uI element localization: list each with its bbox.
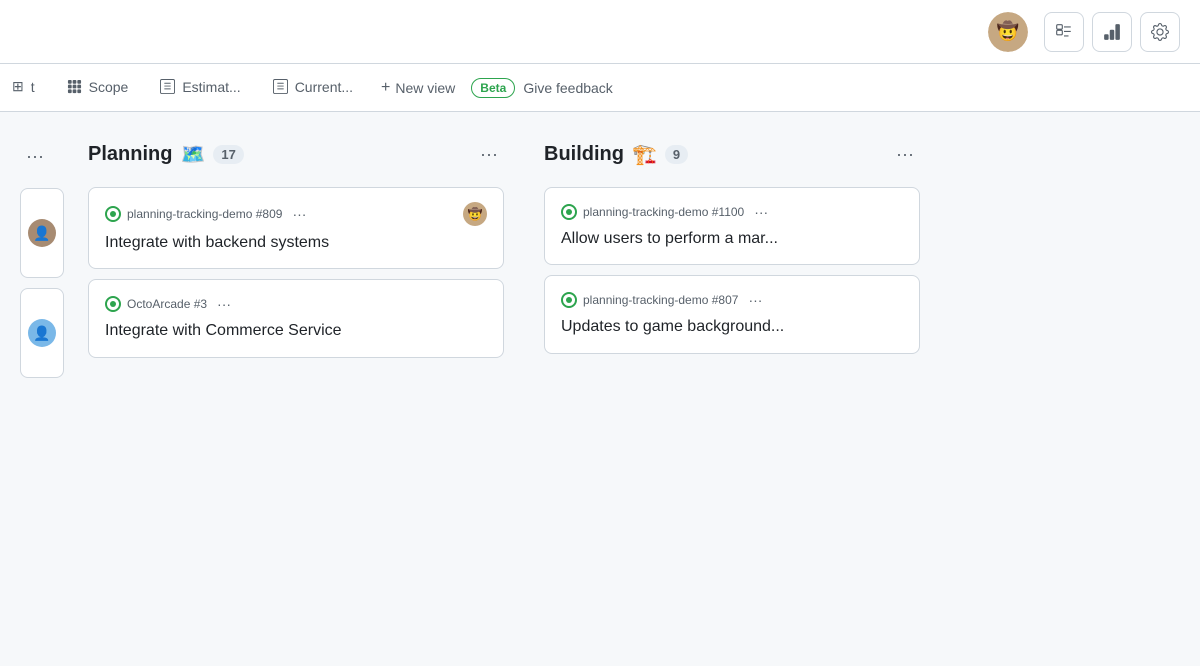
building-card-2-header: planning-tracking-demo #807 ··· [561,290,903,310]
chart-icon-button[interactable] [1092,12,1132,52]
tab-scope[interactable]: Scope [51,67,145,109]
status-dot-1 [110,211,116,217]
partial-avatar-1: 👤 [28,219,56,247]
building-card-1-header: planning-tracking-demo #1100 ··· [561,202,903,222]
planning-column-count: 17 [213,145,243,164]
left-column-menu-button[interactable]: ··· [20,140,50,173]
new-view-button[interactable]: + New view [369,71,467,105]
new-view-label: New view [395,80,455,96]
planning-column-menu-button[interactable]: ··· [474,140,504,169]
backlog-tab-icon: ⊞ [12,78,24,95]
partial-card-2[interactable]: 👤 [20,288,64,378]
planning-card-2-title: Integrate with Commerce Service [105,320,487,342]
building-card-1-meta: planning-tracking-demo #1100 ··· [561,202,772,222]
settings-icon [1151,23,1169,41]
board-area: ··· 👤 👤 Planning 🗺️ 17 ··· [0,112,1200,666]
planning-column: Planning 🗺️ 17 ··· planning-tracking-dem… [76,136,516,642]
settings-icon-button[interactable] [1140,12,1180,52]
building-card-2-repo: planning-tracking-demo #807 [583,293,738,307]
backlog-tab-label: t [31,79,35,95]
building-status-dot-1 [566,209,572,215]
scope-tab-icon [67,79,82,94]
building-column-header: Building 🏗️ 9 ··· [544,136,920,173]
planning-card-1-title: Integrate with backend systems [105,232,487,254]
status-dot-2 [110,301,116,307]
planning-card-1-avatar: 🤠 [463,202,487,226]
building-status-icon-2 [561,292,577,308]
give-feedback-button[interactable]: Give feedback [515,72,621,104]
scope-tab-label: Scope [89,79,129,95]
building-card-1-menu[interactable]: ··· [750,202,772,222]
column-gap [516,136,532,642]
top-bar: 🤠 [0,0,1200,64]
nav-bar: ⊞ t Scope Estimat... Current... + New vi… [0,64,1200,112]
estimates-tab-label: Estimat... [182,79,240,95]
building-status-dot-2 [566,297,572,303]
status-icon-2 [105,296,121,312]
tab-backlog[interactable]: ⊞ t [4,66,51,109]
building-title-group: Building 🏗️ 9 [544,142,688,167]
roadmap-icon-button[interactable] [1044,12,1084,52]
chart-icon [1103,23,1121,41]
building-card-2[interactable]: planning-tracking-demo #807 ··· Updates … [544,275,920,353]
planning-column-header: Planning 🗺️ 17 ··· [88,136,504,173]
planning-title-group: Planning 🗺️ 17 [88,142,244,167]
current-tab-label: Current... [295,79,353,95]
planning-card-1[interactable]: planning-tracking-demo #809 ··· 🤠 Integr… [88,187,504,269]
user-avatar[interactable]: 🤠 [988,12,1028,52]
planning-card-2[interactable]: OctoArcade #3 ··· Integrate with Commerc… [88,279,504,357]
building-card-2-title: Updates to game background... [561,316,903,338]
building-column-menu-button[interactable]: ··· [890,140,920,169]
current-tab-icon [273,79,288,94]
building-status-icon-1 [561,204,577,220]
planning-card-1-repo: planning-tracking-demo #809 [127,207,282,221]
avatar-image: 🤠 [988,12,1028,52]
building-card-2-meta: planning-tracking-demo #807 ··· [561,290,766,310]
status-icon-1 [105,206,121,222]
planning-card-2-repo: OctoArcade #3 [127,297,207,311]
left-partial-column: ··· 👤 👤 [16,136,76,642]
tab-current[interactable]: Current... [257,67,369,109]
roadmap-icon [1055,23,1073,41]
planning-card-2-meta: OctoArcade #3 ··· [105,294,235,314]
building-card-1[interactable]: planning-tracking-demo #1100 ··· Allow u… [544,187,920,265]
building-column-title: Building [544,143,624,166]
planning-card-2-menu[interactable]: ··· [213,294,235,314]
tab-estimates[interactable]: Estimat... [144,67,256,109]
planning-card-1-menu[interactable]: ··· [288,204,310,224]
building-column-emoji: 🏗️ [632,142,657,167]
plus-icon: + [381,79,390,97]
partial-card-1[interactable]: 👤 [20,188,64,278]
building-column-count: 9 [665,145,688,164]
planning-card-1-header: planning-tracking-demo #809 ··· 🤠 [105,202,487,226]
planning-column-title: Planning [88,143,172,166]
planning-card-2-header: OctoArcade #3 ··· [105,294,487,314]
estimates-tab-icon [160,79,175,94]
building-card-1-title: Allow users to perform a mar... [561,228,903,250]
beta-badge: Beta [471,78,515,98]
partial-avatar-2: 👤 [28,319,56,347]
building-card-1-repo: planning-tracking-demo #1100 [583,205,744,219]
building-column: Building 🏗️ 9 ··· planning-tracking-demo… [532,136,932,642]
planning-column-emoji: 🗺️ [180,142,205,167]
planning-card-1-meta: planning-tracking-demo #809 ··· [105,204,310,224]
building-card-2-menu[interactable]: ··· [744,290,766,310]
